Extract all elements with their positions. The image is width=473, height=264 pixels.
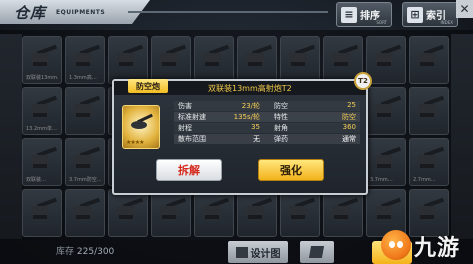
type-badge: 防空炮: [128, 79, 168, 93]
stat-label: 伤害: [178, 102, 192, 110]
stat-value: 25: [347, 101, 356, 109]
equipment-detail-modal: 防空炮 双联装13mm高射炮T2 T2 ★★★★ 伤害 23/轮 防空 25 标准射速 1…: [112, 72, 372, 195]
upgrade-button[interactable]: 强化: [258, 159, 324, 181]
stat-label: 防空: [274, 102, 288, 110]
stat-row: 弹药 通常: [270, 134, 360, 144]
stat-row: 特性 防空: [270, 112, 360, 122]
page-subtitle: EQUIPMENTS: [56, 9, 106, 16]
dismantle-batch-button[interactable]: [300, 241, 334, 263]
close-icon: ✕: [459, 2, 470, 16]
box-icon: [308, 246, 325, 258]
page-title: 仓库: [14, 4, 47, 22]
stock-prefix: 库存: [56, 247, 75, 257]
stat-row: 射角 360: [270, 123, 360, 133]
index-sublabel: INDEX: [440, 20, 453, 25]
stat-row: 伤害 23/轮: [174, 101, 264, 111]
stat-value: 360: [342, 123, 356, 131]
tier-badge: T2: [354, 72, 372, 90]
stat-label: 散布范围: [178, 135, 206, 143]
stat-value: 防空: [342, 113, 356, 121]
close-button[interactable]: ✕: [456, 0, 473, 18]
sort-sublabel: SORT: [376, 20, 387, 25]
stat-label: 标准射速: [178, 113, 206, 121]
stat-label: 射程: [178, 124, 192, 132]
stat-row: 防空 25: [270, 101, 360, 111]
stat-row: 标准射速 135s/轮: [174, 112, 264, 122]
stat-value: 35: [251, 123, 260, 131]
dismantle-button[interactable]: 拆解: [156, 159, 222, 181]
stat-label: 特性: [274, 113, 288, 121]
sort-icon: ≡: [341, 6, 357, 23]
design-label: 设计图: [250, 248, 281, 260]
stock-counter: 库存 225/300: [56, 244, 114, 257]
stat-label: 射角: [274, 124, 288, 132]
stat-label: 弹药: [274, 135, 288, 143]
stat-value: 23/轮: [241, 102, 260, 110]
watermark: 九游: [381, 228, 473, 264]
item-name: 双联装13mm高射炮T2: [208, 84, 292, 93]
stat-row: 射程 35: [174, 123, 264, 133]
stat-row: 散布范围 无: [174, 134, 264, 144]
stat-value: 通常: [342, 135, 356, 143]
item-portrait: ★★★★: [122, 105, 160, 149]
stat-value: 135s/轮: [233, 113, 260, 121]
design-button[interactable]: 设计图: [228, 241, 288, 263]
rarity-stars: ★★★★: [126, 139, 144, 146]
blueprint-icon: [235, 246, 248, 258]
index-button[interactable]: ⊞ 索引 INDEX: [402, 2, 458, 27]
header-divider: [128, 11, 328, 13]
watermark-text: 九游: [414, 236, 461, 261]
watermark-logo: [381, 230, 411, 260]
warehouse-header: 仓库 EQUIPMENTS ≡ 排序 SORT ⊞ 索引 INDEX ✕: [0, 0, 473, 30]
game-scene: 仓库 EQUIPMENTS ≡ 排序 SORT ⊞ 索引 INDEX ✕ 双联装…: [0, 0, 473, 264]
machine-gun-icon: [131, 113, 153, 131]
sort-button[interactable]: ≡ 排序 SORT: [336, 2, 392, 27]
stat-value: 无: [253, 135, 260, 143]
stock-value: 225/300: [76, 247, 115, 257]
index-icon: ⊞: [407, 6, 423, 23]
